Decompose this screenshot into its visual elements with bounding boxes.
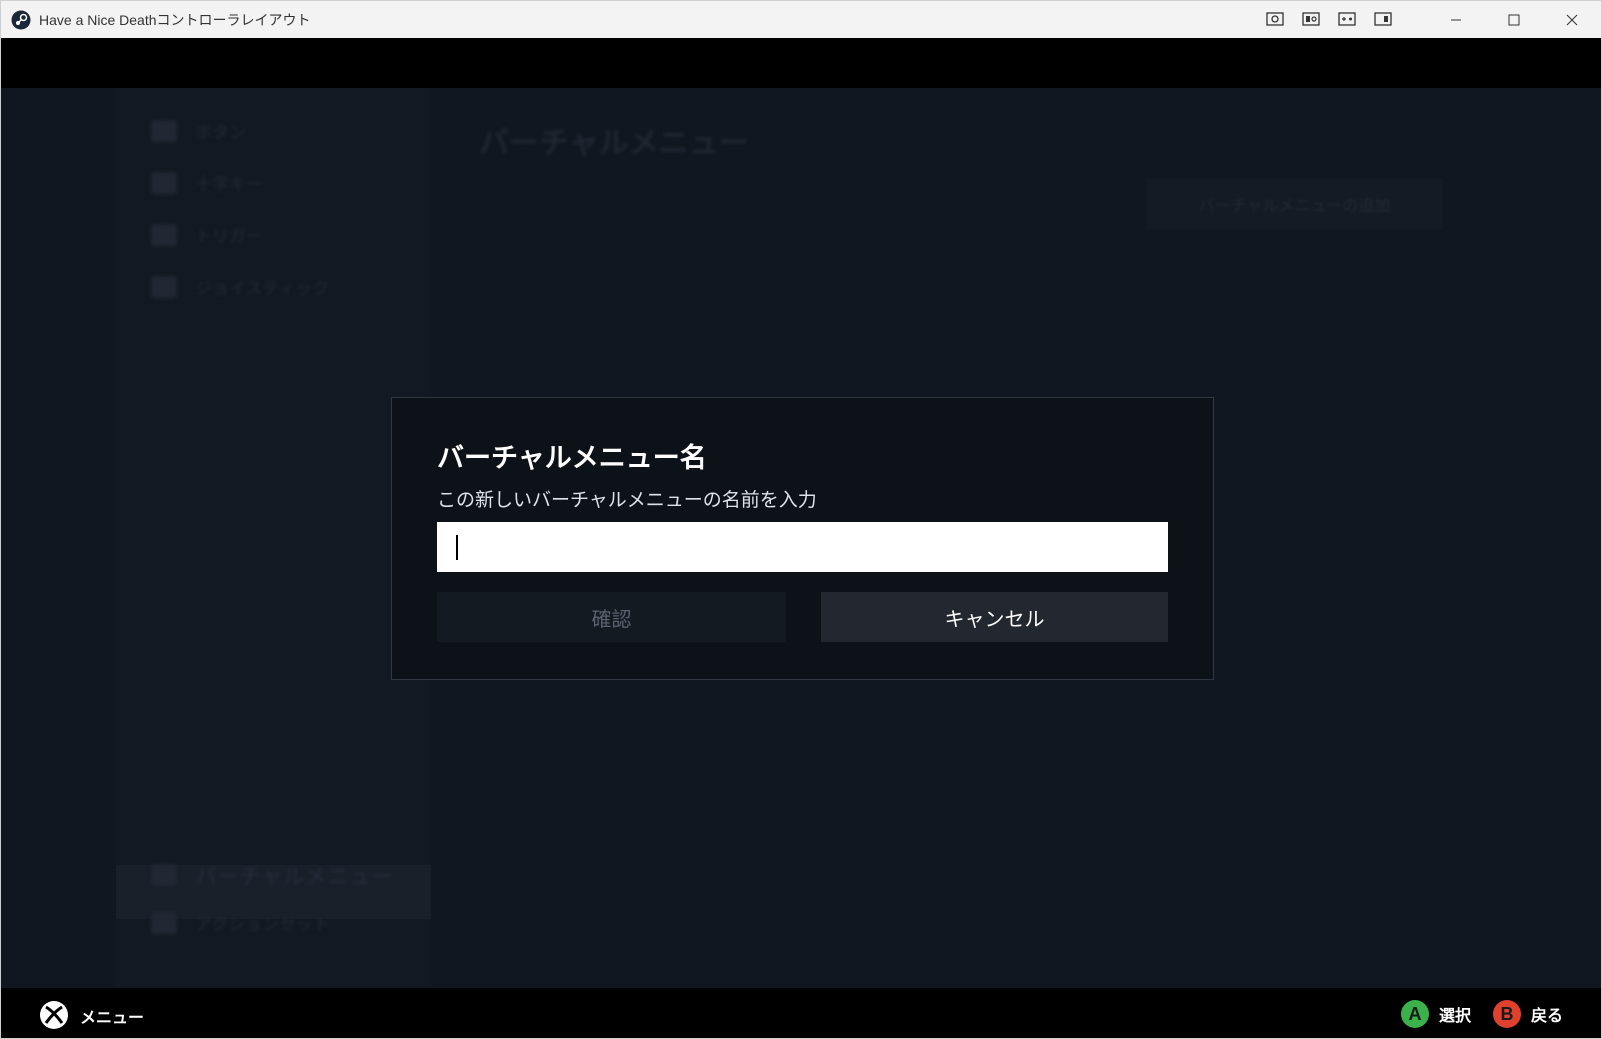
dialog-title: バーチャルメニュー名 bbox=[437, 443, 707, 474]
hint-back[interactable]: B 戻る bbox=[1493, 1000, 1563, 1028]
title-bar: Have a Nice Deathコントローラレイアウト bbox=[1, 1, 1601, 39]
virtual-menu-name-input[interactable] bbox=[437, 522, 1168, 572]
app-window: Have a Nice Deathコントローラレイアウト ボタン 十字キー トリ… bbox=[0, 0, 1602, 1039]
sidebar-item-triggers: トリガー bbox=[151, 222, 263, 247]
controller-layout-icon[interactable] bbox=[1301, 10, 1321, 28]
page-title: バーチャルメニュー bbox=[479, 126, 749, 161]
steam-icon bbox=[11, 10, 31, 29]
sidebar-item-label: アクションセット bbox=[195, 915, 331, 935]
footer-bar: メニュー A 選択 B 戻る bbox=[1, 988, 1601, 1038]
window-controls bbox=[1427, 1, 1601, 38]
sidebar-item-dpad: 十字キー bbox=[151, 170, 263, 195]
footer-menu-label[interactable]: メニュー bbox=[80, 1004, 144, 1028]
window-title: Have a Nice Deathコントローラレイアウト bbox=[39, 11, 311, 28]
close-button[interactable] bbox=[1543, 1, 1601, 38]
sidebar-item-action-sets: アクションセット bbox=[151, 910, 330, 935]
maximize-icon bbox=[1508, 14, 1520, 25]
xbox-icon[interactable] bbox=[39, 1000, 69, 1030]
hint-back-label: 戻る bbox=[1531, 1006, 1564, 1025]
sidebar-item-label: 十字キー bbox=[195, 175, 263, 195]
top-strip bbox=[1, 38, 1601, 88]
confirm-button[interactable]: 確認 bbox=[437, 592, 786, 642]
sidebar: ボタン 十字キー トリガー ジョイスティック バーチャルメニュー アクションセッ… bbox=[116, 88, 431, 988]
cancel-button[interactable]: キャンセル bbox=[821, 592, 1168, 642]
sidebar-item-virtual-menu: バーチャルメニュー bbox=[151, 859, 393, 891]
dpad-icon bbox=[151, 171, 177, 194]
sidebar-item-label: バーチャルメニュー bbox=[195, 865, 393, 890]
close-icon bbox=[1566, 14, 1578, 25]
a-button-icon: A bbox=[1401, 1000, 1429, 1028]
text-caret bbox=[456, 535, 458, 560]
sidebar-item-label: ボタン bbox=[195, 123, 246, 143]
virtual-menu-icon bbox=[151, 864, 177, 886]
minimize-button[interactable] bbox=[1427, 1, 1485, 38]
virtual-menu-name-dialog: バーチャルメニュー名 この新しいバーチャルメニューの名前を入力 確認 キャンセル bbox=[391, 397, 1214, 680]
trigger-icon bbox=[151, 223, 177, 246]
sidebar-item-label: ジョイスティック bbox=[195, 279, 330, 299]
buttons-icon bbox=[151, 119, 177, 142]
joystick-icon bbox=[151, 275, 177, 298]
hint-select-label: 選択 bbox=[1439, 1006, 1472, 1025]
display-icon[interactable] bbox=[1373, 10, 1393, 28]
hint-select[interactable]: A 選択 bbox=[1401, 1000, 1471, 1028]
sidebar-item-joysticks: ジョイスティック bbox=[151, 274, 329, 299]
action-set-icon bbox=[151, 911, 177, 934]
sidebar-item-label: トリガー bbox=[195, 227, 263, 247]
sidebar-item-buttons: ボタン bbox=[151, 118, 246, 143]
add-virtual-menu-button: バーチャルメニューの追加 bbox=[1146, 178, 1443, 230]
minimize-icon bbox=[1451, 19, 1461, 20]
gamepad-icon[interactable] bbox=[1337, 10, 1357, 28]
title-tools bbox=[1265, 10, 1393, 28]
b-button-icon: B bbox=[1493, 1000, 1521, 1028]
screenshot-icon[interactable] bbox=[1265, 10, 1285, 28]
maximize-button[interactable] bbox=[1485, 1, 1543, 38]
dialog-subtitle: この新しいバーチャルメニューの名前を入力 bbox=[437, 489, 817, 511]
